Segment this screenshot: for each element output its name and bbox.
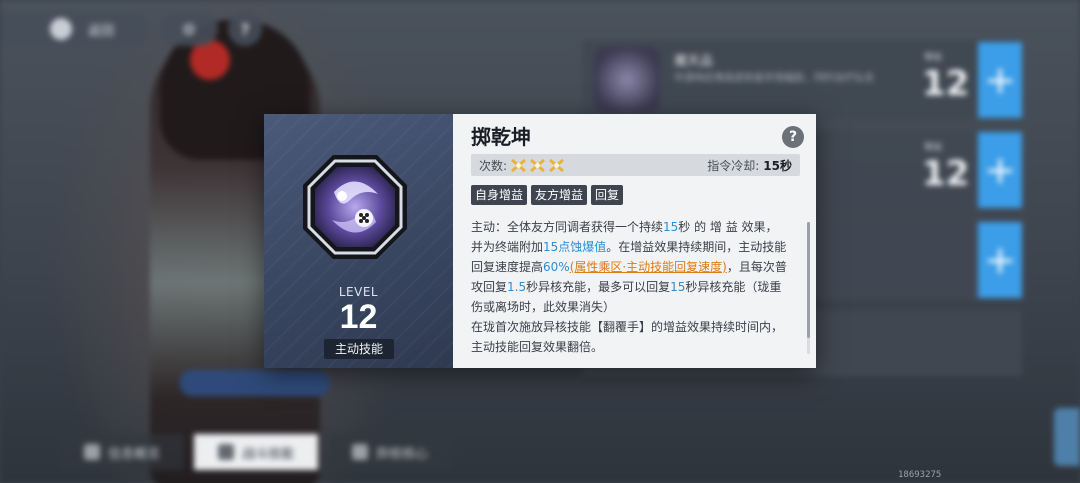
bottom-tabs: 信息概览 战斗技能 异核核心 (60, 432, 453, 472)
core-icon (352, 444, 369, 460)
upgrade-plus-button[interactable]: + (978, 222, 1022, 298)
desc-text: 在珑首次施放异核技能【翻覆手】的增益效果持续时间内，主动技能回复效果翻倍。 (471, 320, 784, 354)
skill-desc: 中游响应堆高底恢复并增幅敌，同时治疗弘击 (674, 73, 874, 84)
charges-label: 次数: (479, 158, 508, 173)
level-label: LEVEL (338, 285, 379, 299)
desc-text: 主动：全体友方同调者获得一个持续 (471, 220, 664, 234)
skill-icon-panel: LEVEL 12 主动技能 (264, 114, 453, 368)
user-id: 18693275 (898, 470, 942, 480)
scrollbar-thumb[interactable] (807, 222, 810, 338)
tag-self-buff: 自身增益 (471, 185, 528, 205)
level-value: 12 (339, 298, 378, 336)
tab-overview[interactable]: 信息概览 (60, 434, 185, 470)
side-panel-handle[interactable] (1054, 408, 1080, 466)
tag-heal: 回复 (591, 185, 624, 205)
cooldown-label: 指令冷却: (707, 158, 760, 173)
back-button[interactable]: 返回 (0, 12, 150, 46)
character-hair-ornament (190, 40, 230, 80)
tab-label: 战斗技能 (242, 446, 295, 462)
settings-button[interactable]: ⚙ (160, 12, 218, 46)
desc-text: 秒异核充能，最多可以回复 (526, 280, 671, 294)
skill-tags: 自身增益 友方增益 回复 (471, 185, 800, 205)
skill-level: 12 (922, 154, 970, 194)
tab-combat-skills[interactable]: 战斗技能 (194, 434, 319, 470)
upgrade-plus-button[interactable]: + (978, 42, 1022, 118)
tag-ally-buff: 友方增益 (531, 185, 588, 205)
skill-detail-popup: LEVEL 12 主动技能 掷乾坤 ? 次数: 指令冷却: 15秒 自身增益 友… (264, 114, 816, 368)
help-top-button[interactable]: ? (228, 12, 262, 46)
desc-highlight: 60% (543, 260, 570, 274)
overview-icon (84, 444, 100, 460)
tab-core[interactable]: 异核核心 (328, 434, 453, 470)
desc-highlight: 15点蚀爆值 (543, 240, 607, 254)
description-scrollbar[interactable] (807, 222, 810, 354)
help-button[interactable]: ? (782, 126, 804, 148)
skill-level: 12 (922, 64, 970, 104)
desc-highlight: 15 (663, 220, 679, 234)
combat-skill-icon (218, 444, 235, 460)
upgrade-plus-button[interactable]: + (978, 132, 1022, 208)
tab-label: 异核核心 (376, 446, 429, 462)
character-sash (180, 370, 330, 396)
charge-icon (511, 158, 527, 172)
skill-stats-bar: 次数: 指令冷却: 15秒 (471, 154, 800, 176)
question-icon: ? (240, 19, 250, 39)
skill-level-caption: 等级 (924, 53, 943, 63)
skill-level-caption: 等级 (924, 143, 943, 153)
back-label: 返回 (88, 23, 115, 39)
skill-title: 掷乾坤 (471, 125, 531, 149)
gear-icon: ⚙ (181, 19, 197, 39)
skill-type-badge: 主动技能 (324, 339, 394, 359)
back-icon (50, 18, 72, 40)
skill-emblem-icon (300, 152, 410, 262)
desc-highlight: 15 (670, 280, 686, 294)
skill-description[interactable]: 主动：全体友方同调者获得一个持续15秒 的 增 益 效果，并为终端附加15点蚀爆… (471, 217, 800, 357)
desc-highlight: 1.5 (507, 280, 527, 294)
skill-name: 魔天品 (674, 54, 714, 69)
tab-label: 信息概览 (108, 446, 161, 462)
charge-icon (549, 158, 565, 172)
skill-info-panel: 掷乾坤 ? 次数: 指令冷却: 15秒 自身增益 友方增益 回复 主动：全体友方… (453, 114, 816, 368)
top-bar: 返回 ⚙ ? (0, 12, 262, 46)
question-icon: ? (788, 129, 798, 145)
charge-icon (530, 158, 546, 172)
skill-row[interactable]: 魔天品 中游响应堆高底恢复并增幅敌，同时治疗弘击 等级 12 + (582, 40, 1022, 120)
attribute-zone-link[interactable]: (属性乘区·主动技能回复速度) (570, 260, 727, 274)
skill-thumbnail (594, 47, 660, 113)
cooldown-value: 15秒 (763, 158, 792, 173)
